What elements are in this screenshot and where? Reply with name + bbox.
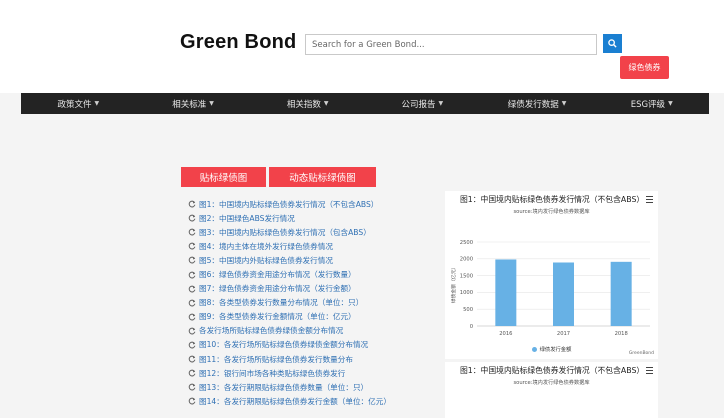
chart-link-item[interactable]: 图7：绿色债券资金用途分布情况（发行金额） [188, 282, 443, 296]
refresh-icon [188, 257, 196, 264]
chart-link-item[interactable]: 图9：各类型债券发行金额情况（单位：亿元） [188, 310, 443, 324]
chart-card-2: 图1：中国境内贴标绿色债券发行情况（不包含ABS） source:境内发行绿色债… [445, 362, 658, 418]
chart-link-label: 图3：中国境内贴标绿色债券发行情况（包含ABS） [199, 227, 371, 237]
y-tick-label: 2500 [460, 240, 473, 246]
nav-label: 相关指数 [286, 99, 321, 110]
chart-link-label: 图1：中国境内贴标绿色债券发行情况（不包含ABS） [199, 199, 379, 209]
labeled-green-bond-chart-button[interactable]: 贴标绿债图 [181, 167, 266, 187]
chart-link-label: 图5：中国境内外贴标绿色债券发行情况 [199, 255, 333, 265]
chart-link-item[interactable]: 图12：银行间市场各种类贴标绿色债券发行 [188, 366, 443, 380]
nav-label: ESG评级 [630, 99, 666, 110]
nav-related-standards[interactable]: 相关标准 ▼ [136, 93, 251, 114]
legend-label: 绿债发行金额 [539, 347, 572, 353]
chart-link-item[interactable]: 各发行场所贴标绿色债券绿债金额分布情况 [188, 324, 443, 338]
chart-menu-icon[interactable] [646, 367, 653, 374]
refresh-icon [188, 214, 196, 222]
nav-label: 绿债发行数据 [507, 99, 559, 110]
y-tick-label: 1000 [460, 290, 473, 296]
nav-label: 相关标准 [172, 99, 207, 110]
nav-label: 政策文件 [57, 99, 92, 110]
search-input[interactable] [305, 34, 597, 55]
caret-down-icon: ▼ [668, 100, 673, 107]
caret-down-icon: ▼ [561, 100, 567, 107]
chart-link-item[interactable]: 图5：中国境内外贴标绿色债券发行情况 [188, 253, 443, 267]
x-tick-label: 2016 [499, 331, 512, 337]
site-logo[interactable]: Green Bond [180, 31, 296, 54]
y-tick-label: 1500 [460, 273, 473, 279]
chart-legend[interactable]: 绿债发行金额 [445, 345, 658, 353]
chart-link-label: 图13：各发行期限贴标绿色债券数量（单位：只） [199, 382, 369, 392]
chart-link-label: 图6：绿色债券资金用途分布情况（发行数量） [199, 270, 356, 280]
chart-link-label: 图9：各类型债券发行金额情况（单位：亿元） [199, 312, 356, 322]
nav-label: 公司报告 [401, 99, 436, 110]
refresh-icon [188, 243, 196, 250]
y-tick-label: 500 [463, 307, 473, 313]
chart-link-label: 图2：中国绿色ABS发行情况 [199, 213, 295, 223]
nav-issuance-data[interactable]: 绿债发行数据 ▼ [480, 93, 595, 114]
caret-down-icon: ▼ [209, 100, 214, 107]
chart-link-item[interactable]: 图2：中国绿色ABS发行情况 [188, 211, 443, 225]
chart-link-item[interactable]: 图4：境内主体在境外发行绿色债券情况 [188, 239, 443, 253]
chart-link-label: 图12：银行间市场各种类贴标绿色债券发行 [199, 368, 346, 378]
chart-link-label: 图7：绿色债券资金用途分布情况（发行金额） [199, 284, 356, 294]
caret-down-icon: ▼ [438, 100, 444, 107]
chart-link-item[interactable]: 图13：各发行期限贴标绿色债券数量（单位：只） [188, 380, 443, 394]
refresh-icon [188, 285, 196, 293]
chart-link-label: 各发行场所贴标绿色债券绿债金额分布情况 [199, 326, 344, 336]
caret-down-icon: ▼ [323, 100, 329, 107]
main-nav: 政策文件 ▼ 相关标准 ▼ 相关指数 ▼ 公司报告 ▼ 绿债发行数据 ▼ ESG评级 ▼ [21, 93, 709, 114]
x-tick-label: 2018 [615, 331, 628, 337]
dynamic-labeled-green-bond-chart-button[interactable]: 动态贴标绿债图 [269, 167, 376, 187]
chart-credit[interactable]: GreenBond [629, 351, 654, 356]
refresh-icon [188, 228, 196, 236]
chart-link-item[interactable]: 图1：中国境内贴标绿色债券发行情况（不包含ABS） [188, 197, 443, 211]
refresh-icon [188, 313, 196, 321]
bar [610, 261, 632, 326]
nav-policy-documents[interactable]: 政策文件 ▼ [21, 93, 136, 114]
refresh-icon [188, 299, 196, 307]
nav-company-reports[interactable]: 公司报告 ▼ [365, 93, 480, 114]
chart-link-list: 图1：中国境内贴标绿色债券发行情况（不包含ABS） 图2：中国绿色ABS发行情况图… [188, 197, 443, 408]
bar-chart: 0 500 1000 1500 2000 2500 绿债金额（亿元） 2016 2017 2018 [450, 240, 650, 337]
chart-link-item[interactable]: 图10：各发行场所贴标绿色债券绿债金额分布情况 [188, 338, 443, 352]
refresh-icon [188, 383, 196, 391]
refresh-icon [188, 369, 196, 377]
bar [495, 259, 517, 326]
search-icon [608, 39, 617, 48]
search-button[interactable] [603, 34, 622, 53]
chart-title: 图1：中国境内贴标绿色债券发行情况（不包含ABS） [460, 366, 645, 375]
nav-related-indices[interactable]: 相关指数 ▼ [250, 93, 365, 114]
refresh-icon [188, 355, 196, 363]
nav-esg-rating[interactable]: ESG评级 ▼ [594, 93, 709, 114]
refresh-icon [188, 327, 196, 335]
chart-subtitle: source:境内发行绿色债券数据库 [513, 380, 590, 386]
chart-link-label: 图11：各发行场所贴标绿色债券发行数量分布 [199, 354, 353, 364]
y-axis-label: 绿债金额（亿元） [450, 265, 457, 303]
chart-link-label: 图14：各发行期限贴标绿色债券发行金额（单位：亿元） [199, 396, 391, 406]
caret-down-icon: ▼ [94, 100, 100, 107]
chart-link-item[interactable]: 图8：各类型债券发行数量分布情况（单位：只） [188, 296, 443, 310]
chart-card-1: 图1：中国境内贴标绿色债券发行情况（不包含ABS） source:境内发行绿色债… [445, 191, 658, 359]
bar [553, 262, 574, 326]
refresh-icon [188, 341, 196, 349]
refresh-icon [188, 398, 196, 405]
header: Green Bond 绿色债券 [0, 0, 724, 93]
refresh-icon [188, 200, 196, 208]
y-tick-label: 0 [470, 324, 473, 330]
y-tick-label: 2000 [460, 257, 473, 263]
legend-dot [531, 347, 537, 352]
chart-link-item[interactable]: 图6：绿色债券资金用途分布情况（发行数量） [188, 267, 443, 281]
x-tick-label: 2017 [557, 331, 570, 337]
chart-link-item[interactable]: 图3：中国境内贴标绿色债券发行情况（包含ABS） [188, 225, 443, 239]
chart-link-item[interactable]: 图14：各发行期限贴标绿色债券发行金额（单位：亿元） [188, 394, 443, 408]
chart-link-label: 图8：各类型债券发行数量分布情况（单位：只） [199, 298, 364, 308]
chart-link-label: 图10：各发行场所贴标绿色债券绿债金额分布情况 [199, 340, 369, 350]
chart-link-item[interactable]: 图11：各发行场所贴标绿色债券发行数量分布 [188, 352, 443, 366]
chart-link-label: 图4：境内主体在境外发行绿色债券情况 [199, 241, 333, 251]
refresh-icon [188, 271, 196, 278]
green-bond-button[interactable]: 绿色债券 [620, 56, 669, 79]
